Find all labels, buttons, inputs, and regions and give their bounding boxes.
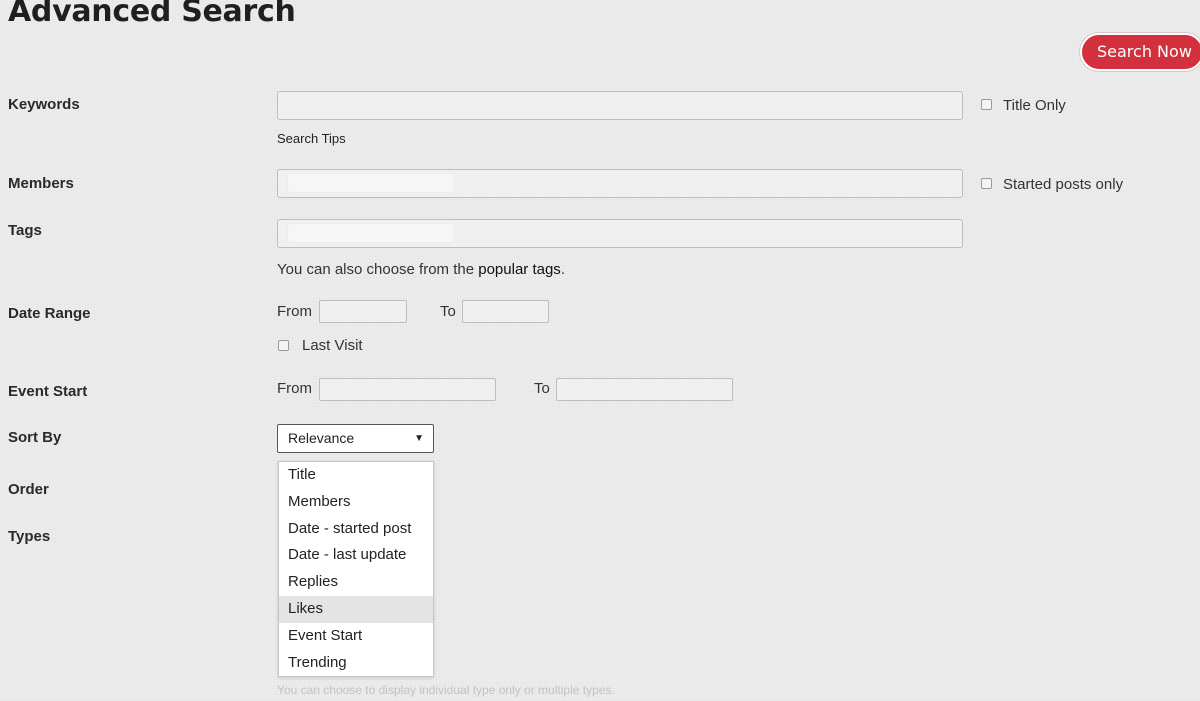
members-label: Members [8,175,74,192]
search-tips-link[interactable]: Search Tips [277,131,346,146]
sort-option[interactable]: Date - started post [279,516,433,543]
sort-option[interactable]: Date - last update [279,542,433,569]
date-range-label: Date Range [8,305,91,322]
tags-label: Tags [8,222,42,239]
sort-by-selected-value: Relevance [288,430,355,446]
started-posts-only-checkbox[interactable] [981,178,992,189]
date-range-to-label: To [440,303,456,320]
types-label: Types [8,528,51,545]
types-help-text: You can choose to display individual typ… [277,683,615,697]
sort-option[interactable]: Replies [279,569,433,596]
tags-help-prefix: You can also choose from the [277,261,479,278]
event-start-from-input[interactable] [319,378,496,401]
sort-option[interactable]: Likes [279,595,433,623]
keywords-label: Keywords [8,96,80,113]
title-only-label: Title Only [1003,97,1066,114]
tags-help-text: You can also choose from the popular tag… [277,261,565,278]
popular-tags-link[interactable]: popular tags [478,261,561,278]
event-start-label: Event Start [8,383,88,400]
sort-option[interactable]: Trending [279,650,433,677]
event-start-to-label: To [534,380,550,397]
order-label: Order [8,481,49,498]
members-input[interactable] [277,169,963,198]
sort-by-select[interactable]: Relevance ▼ [277,424,434,453]
sort-option[interactable]: Title [279,462,433,489]
search-now-button[interactable]: Search Now [1080,33,1200,71]
sort-option[interactable]: Event Start [279,623,433,650]
tags-help-suffix: . [560,261,565,278]
event-start-from-label: From [277,380,312,397]
date-range-from-input[interactable] [319,300,407,323]
started-posts-only-label: Started posts only [1003,176,1124,193]
sort-option[interactable]: Members [279,489,433,516]
last-visit-label: Last Visit [302,337,363,354]
chevron-down-icon: ▼ [414,433,424,444]
page-title: Advanced Search [8,0,296,29]
date-range-from-label: From [277,303,312,320]
sort-by-dropdown: Title Members Date - started post Date - la… [278,461,434,678]
keywords-input[interactable] [277,91,963,120]
tags-input[interactable] [277,219,963,248]
title-only-checkbox[interactable] [981,99,992,110]
date-range-to-input[interactable] [462,300,549,323]
event-start-to-input[interactable] [556,378,733,401]
tags-token-placeholder [288,224,454,242]
members-token-placeholder [288,174,454,192]
last-visit-checkbox[interactable] [278,340,289,351]
sort-by-label: Sort By [8,429,62,446]
